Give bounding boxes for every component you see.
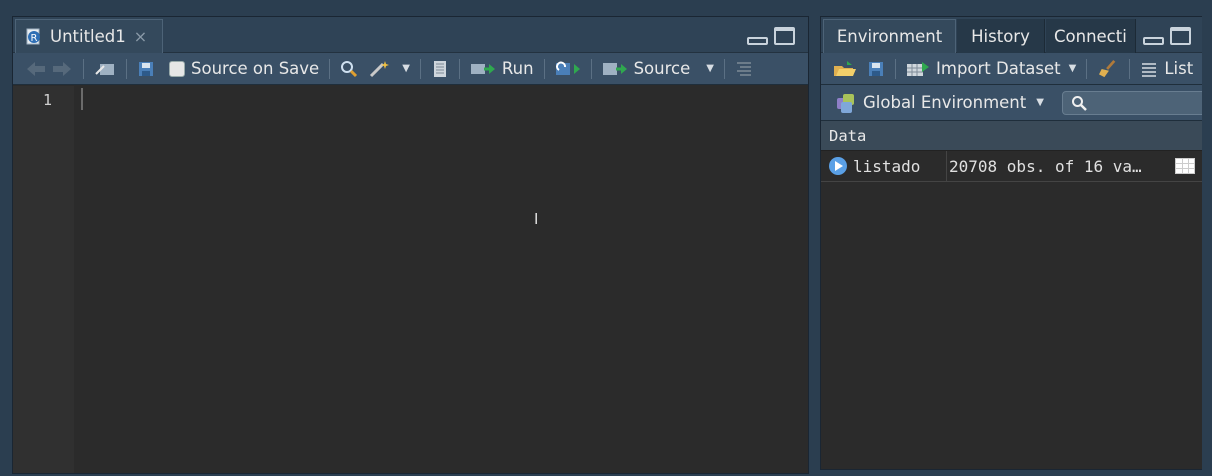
back-button[interactable] <box>23 56 49 82</box>
save-icon <box>139 61 153 76</box>
code-tools-button[interactable]: ▼ <box>366 56 412 82</box>
chevron-down-icon[interactable]: ▼ <box>706 63 714 74</box>
env-scope-bar: Global Environment ▼ <box>821 85 1211 121</box>
separator <box>543 58 545 79</box>
source-window-controls <box>747 27 795 45</box>
save-workspace-button[interactable] <box>865 56 887 82</box>
source-icon <box>602 62 627 75</box>
rerun-icon <box>555 61 580 75</box>
compile-report-button[interactable] <box>429 56 451 82</box>
variable-value: 20708 obs. of 16 va… <box>949 156 1142 176</box>
tab-environment[interactable]: Environment <box>823 19 956 53</box>
tab-label: History <box>971 26 1030 46</box>
environment-content: Data listado 20708 obs. of 16 va… <box>821 121 1211 469</box>
show-in-window-icon <box>95 63 114 75</box>
separator <box>590 58 592 79</box>
arrow-right-icon <box>53 61 71 76</box>
env-search-box[interactable] <box>1061 90 1211 115</box>
separator <box>83 58 84 79</box>
document-outline-button[interactable] <box>733 56 755 82</box>
source-on-save-checkbox[interactable] <box>169 60 185 77</box>
run-button[interactable]: Run <box>468 56 536 82</box>
chevron-down-icon: ▼ <box>402 63 410 74</box>
separator <box>1086 58 1088 79</box>
tab-label: Environment <box>836 27 943 46</box>
chevron-down-icon: ▼ <box>1036 97 1044 108</box>
save-button[interactable] <box>135 56 157 82</box>
line-number: 1 <box>43 91 53 109</box>
code-editor[interactable]: 1 I <box>13 86 808 473</box>
separator <box>329 58 331 79</box>
r-file-icon: R <box>26 28 40 44</box>
source-button[interactable]: Source ▼ <box>600 56 716 82</box>
source-toolbar: Source on Save ▼ Run Source ▼ <box>13 53 808 85</box>
search-icon <box>1071 95 1087 111</box>
import-dataset-label: Import Dataset <box>936 59 1061 78</box>
run-label: Run <box>501 59 534 78</box>
list-icon <box>1142 62 1157 77</box>
tab-untitled1[interactable]: R Untitled1 × <box>15 19 163 53</box>
env-toolbar: Import Dataset ▼ List <box>821 53 1211 85</box>
environment-label: Global Environment <box>863 93 1027 112</box>
section-header-label: Data <box>829 126 867 145</box>
source-on-save-toggle[interactable]: Source on Save <box>167 56 321 82</box>
separator <box>126 58 127 79</box>
arrow-left-icon <box>27 61 45 76</box>
find-button[interactable] <box>338 56 360 82</box>
env-tabbar: Environment History Connecti <box>821 17 1211 53</box>
table-import-icon <box>907 61 929 76</box>
search-icon <box>341 60 358 77</box>
tab-label: Untitled1 <box>50 27 126 46</box>
source-on-save-label: Source on Save <box>191 59 320 78</box>
chevron-down-icon: ▼ <box>1068 63 1077 74</box>
minimize-icon[interactable] <box>747 37 768 45</box>
separator <box>723 58 725 79</box>
show-in-window-button[interactable] <box>92 56 118 82</box>
search-input[interactable] <box>1090 95 1211 110</box>
maximize-icon[interactable] <box>1170 27 1191 45</box>
table-view-icon[interactable] <box>1175 158 1195 174</box>
separator <box>419 58 421 79</box>
environment-selector[interactable]: Global Environment ▼ <box>833 90 1046 116</box>
table-row[interactable]: listado 20708 obs. of 16 va… <box>821 151 1211 182</box>
notebook-icon <box>433 60 446 77</box>
tab-close-icon[interactable]: × <box>134 27 147 46</box>
maximize-icon[interactable] <box>774 27 795 45</box>
source-tabbar: R Untitled1 × <box>13 17 808 53</box>
import-dataset-button[interactable]: Import Dataset ▼ <box>904 56 1078 82</box>
env-window-controls <box>1141 27 1191 45</box>
view-mode-label: List <box>1164 59 1194 78</box>
separator <box>895 58 896 79</box>
magic-wand-icon <box>370 60 390 77</box>
svg-text:R: R <box>31 33 38 44</box>
open-folder-icon <box>834 60 856 76</box>
forward-button[interactable] <box>49 56 75 82</box>
clear-workspace-button[interactable] <box>1095 56 1121 82</box>
save-icon <box>869 61 883 76</box>
source-label: Source <box>633 59 691 78</box>
source-pane: R Untitled1 × Source on Save ▼ Run Sourc… <box>12 16 809 474</box>
variable-name: listado <box>853 156 921 176</box>
ibeam-cursor-icon: I <box>534 210 539 228</box>
environment-icon <box>837 93 854 113</box>
variable-name-cell: listado <box>821 151 947 181</box>
right-edge <box>1202 0 1212 476</box>
view-mode-button[interactable]: List <box>1138 56 1195 82</box>
tab-label: Connecti <box>1054 26 1127 46</box>
section-header: Data <box>821 121 1211 151</box>
separator <box>458 58 460 79</box>
text-cursor <box>81 88 83 110</box>
tab-history[interactable]: History <box>957 19 1045 53</box>
line-gutter: 1 <box>13 86 74 473</box>
separator <box>1129 58 1131 79</box>
rerun-button[interactable] <box>553 56 583 82</box>
run-icon <box>470 63 495 74</box>
outline-icon <box>736 61 751 76</box>
minimize-icon[interactable] <box>1143 37 1164 45</box>
tab-connections[interactable]: Connecti <box>1046 19 1136 53</box>
expand-icon[interactable] <box>829 157 847 175</box>
broom-icon <box>1099 59 1116 77</box>
load-workspace-button[interactable] <box>831 56 859 82</box>
environment-pane: Environment History Connecti Import Data… <box>820 16 1212 470</box>
